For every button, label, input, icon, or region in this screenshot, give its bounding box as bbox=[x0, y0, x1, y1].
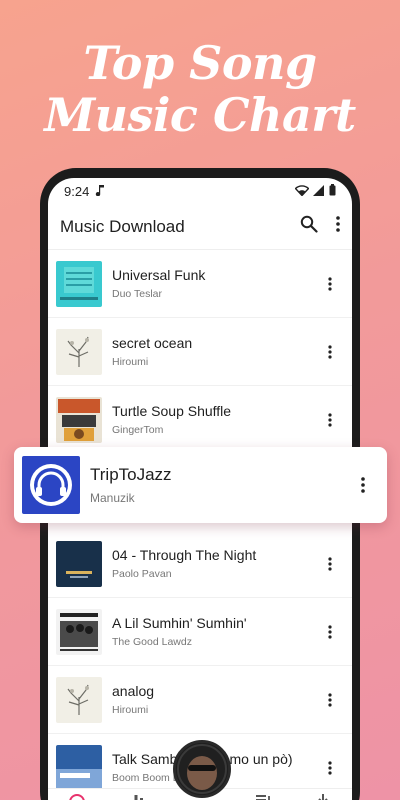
song-row[interactable]: secret ocean Hiroumi bbox=[48, 318, 352, 386]
search-icon[interactable] bbox=[300, 215, 318, 238]
more-options-icon[interactable] bbox=[320, 622, 340, 642]
album-cover bbox=[56, 396, 102, 443]
promo-title-line1: Top Song bbox=[83, 36, 317, 90]
headphones-icon bbox=[68, 793, 86, 800]
music-note-icon bbox=[95, 184, 105, 199]
nav-home-headphones[interactable] bbox=[48, 793, 106, 800]
status-time: 9:24 bbox=[64, 183, 90, 199]
album-cover bbox=[56, 260, 102, 307]
wifi-icon bbox=[294, 184, 310, 199]
song-artist: GingerTom bbox=[112, 424, 164, 436]
nav-downloads[interactable] bbox=[294, 793, 352, 800]
song-artist: The Good Lawdz bbox=[112, 636, 192, 648]
battery-icon bbox=[329, 183, 336, 199]
featured-song-card[interactable]: TripToJazz Manuzik bbox=[14, 447, 387, 523]
more-options-icon[interactable] bbox=[320, 410, 340, 430]
song-artist: Hiroumi bbox=[112, 704, 149, 716]
song-row[interactable]: Turtle Soup Shuffle GingerTom bbox=[48, 386, 352, 454]
song-title: analog bbox=[112, 683, 155, 699]
nav-playlist[interactable] bbox=[235, 794, 293, 800]
featured-album-cover bbox=[22, 456, 80, 514]
song-row[interactable]: 04 - Through The Night Paolo Pavan bbox=[48, 530, 352, 598]
song-title: Turtle Soup Shuffle bbox=[112, 403, 232, 419]
nav-charts[interactable] bbox=[106, 794, 164, 800]
album-cover bbox=[56, 540, 102, 587]
album-cover bbox=[56, 608, 102, 655]
song-row[interactable]: Universal Funk Duo Teslar bbox=[48, 250, 352, 318]
now-playing-disc[interactable] bbox=[173, 740, 231, 798]
featured-song-artist: Manuzik bbox=[90, 491, 135, 505]
more-options-icon[interactable] bbox=[320, 690, 340, 710]
more-options-icon[interactable] bbox=[320, 342, 340, 362]
status-bar: 9:24 bbox=[48, 178, 352, 204]
promo-title-line2: Music Chart bbox=[44, 88, 356, 142]
album-cover bbox=[56, 744, 102, 791]
featured-song-title: TripToJazz bbox=[90, 465, 172, 484]
song-artist: Hiroumi bbox=[112, 356, 149, 368]
song-artist: Paolo Pavan bbox=[112, 568, 172, 580]
more-options-icon[interactable] bbox=[320, 274, 340, 294]
app-title: Music Download bbox=[60, 216, 185, 236]
more-options-icon[interactable] bbox=[353, 475, 373, 495]
song-title: 04 - Through The Night bbox=[112, 547, 257, 563]
song-row[interactable]: analog Hiroumi bbox=[48, 666, 352, 734]
more-options-icon[interactable] bbox=[320, 758, 340, 778]
album-cover bbox=[56, 328, 102, 375]
signal-icon bbox=[313, 184, 325, 199]
album-cover bbox=[56, 676, 102, 723]
bar-chart-icon bbox=[128, 794, 144, 800]
playlist-icon bbox=[255, 794, 273, 800]
overflow-menu-icon[interactable] bbox=[336, 216, 340, 237]
song-row[interactable]: A Lil Sumhin' Sumhin' The Good Lawdz bbox=[48, 598, 352, 666]
song-title: secret ocean bbox=[112, 335, 193, 351]
more-options-icon[interactable] bbox=[320, 554, 340, 574]
app-bar: Music Download bbox=[48, 204, 352, 250]
song-title: A Lil Sumhin' Sumhin' bbox=[112, 615, 247, 631]
song-title: Universal Funk bbox=[112, 267, 206, 283]
download-icon bbox=[316, 793, 330, 800]
song-artist: Duo Teslar bbox=[112, 288, 162, 300]
